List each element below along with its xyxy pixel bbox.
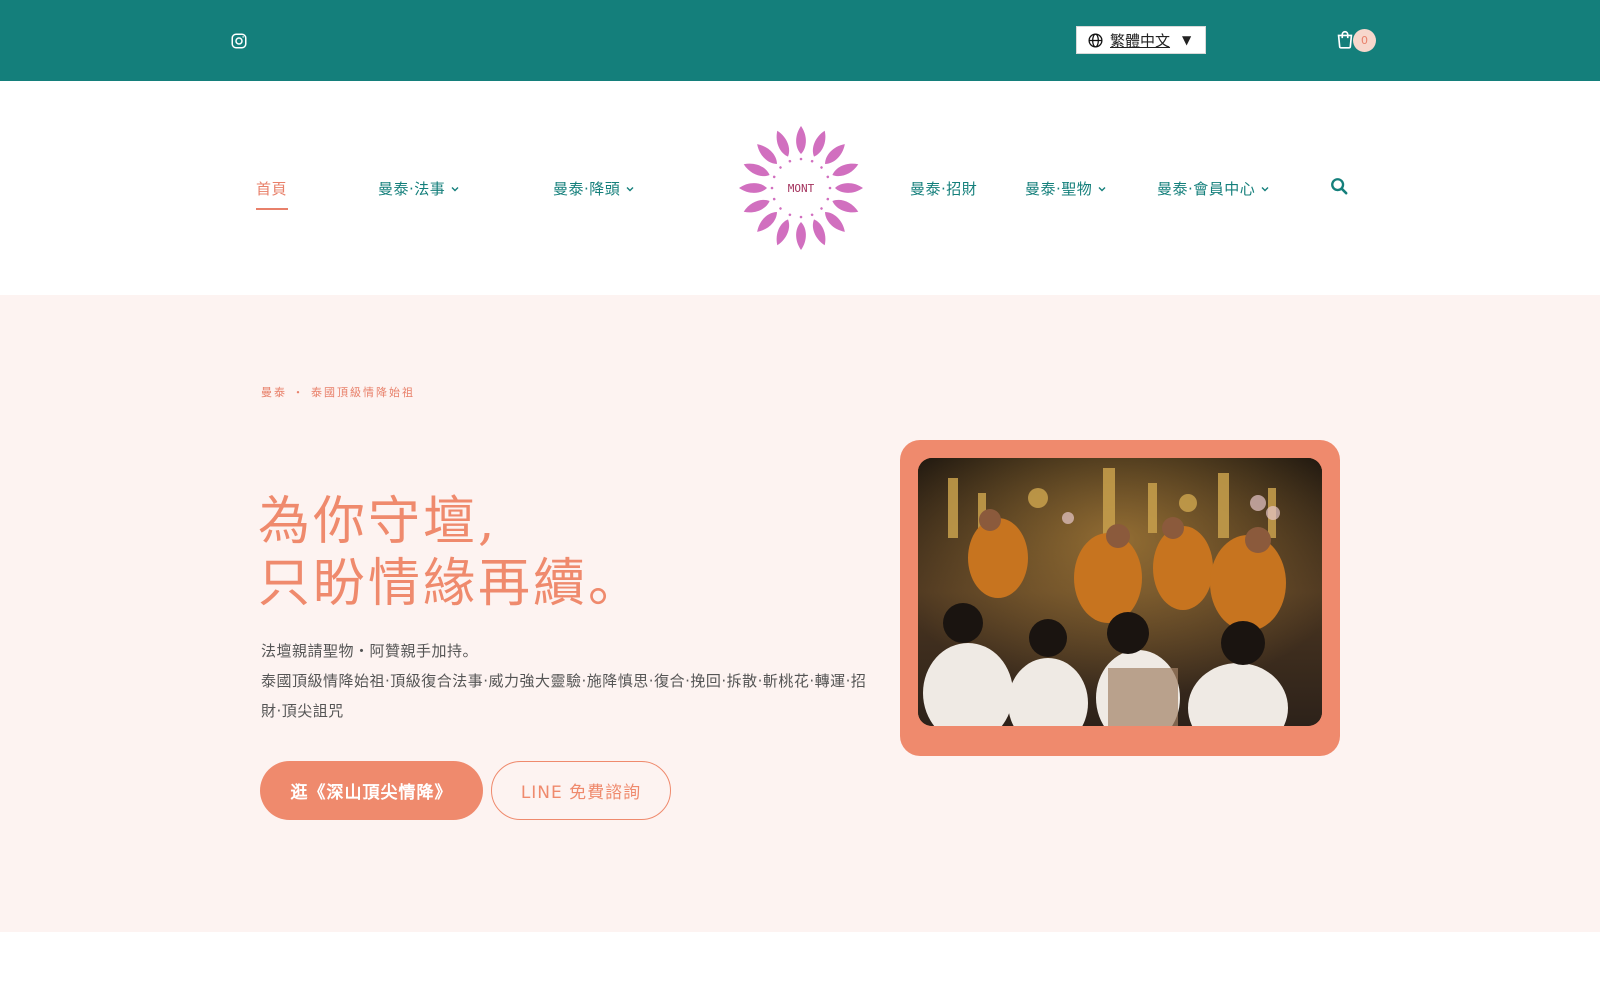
nav-home-label: 首頁 (256, 180, 288, 198)
nav-rituals-label: 曼泰‧法事 (378, 180, 446, 198)
main-header: 首頁 曼泰‧法事 曼泰‧降頭 MONT 曼泰‧招財 曼泰‧聖物 曼泰‧會員中心 (0, 81, 1600, 295)
hero-headline-line-1: 為你守壇, (258, 492, 498, 552)
language-select[interactable]: 繁體中文 ▼ (1076, 26, 1206, 54)
site-logo[interactable]: MONT (736, 123, 866, 253)
hero-eyebrow: 曼泰 ・ 泰國頂級情降始祖 (261, 386, 415, 399)
top-bar: 繁體中文 ▼ 0 (0, 0, 1600, 81)
line-consult-button[interactable]: LINE 免費諮詢 (491, 761, 671, 820)
nav-amulets-label: 曼泰‧聖物 (1025, 180, 1093, 198)
logo-petal (739, 183, 774, 193)
hero-section: 曼泰 ・ 泰國頂級情降始祖 為你守壇, 只盼情緣再續。 法壇親請聖物・阿贊親手加… (0, 295, 1600, 932)
nav-spells-label: 曼泰‧降頭 (553, 180, 621, 198)
language-label: 繁體中文 (1110, 31, 1171, 50)
hero-description-line-2: 泰國頂級情降始祖‧頂級復合法事‧威力強大靈驗‧施降慎思‧復合‧挽回‧拆散‧斬桃花… (261, 672, 867, 720)
nav-rituals[interactable]: 曼泰‧法事 (378, 178, 460, 199)
chevron-down-icon (1261, 186, 1269, 191)
hero-description: 法壇親請聖物・阿贊親手加持。 泰國頂級情降始祖‧頂級復合法事‧威力強大靈驗‧施降… (261, 636, 871, 726)
globe-icon (1087, 32, 1104, 49)
logo-petal (828, 183, 863, 193)
shop-love-spells-button[interactable]: 逛《深山頂尖情降》 (260, 761, 483, 820)
hero-image-frame (900, 440, 1340, 756)
nav-member-center-label: 曼泰‧會員中心 (1157, 180, 1256, 198)
search-icon[interactable] (1330, 177, 1348, 195)
ritual-photo (918, 458, 1322, 726)
hero-description-line-1: 法壇親請聖物・阿贊親手加持。 (261, 642, 479, 660)
dropdown-arrow-icon: ▼ (1182, 33, 1192, 47)
logo-petal (796, 126, 806, 161)
chevron-down-icon (626, 186, 634, 191)
chevron-down-icon (451, 186, 459, 191)
hero-headline-line-2: 只盼情緣再續。 (258, 554, 644, 614)
hero-headline: 為你守壇, 只盼情緣再續。 (258, 491, 643, 615)
page-bottom (0, 932, 1600, 1000)
nav-wealth[interactable]: 曼泰‧招財 (910, 178, 977, 199)
logo-wordmark: MONT (788, 182, 815, 195)
nav-home[interactable]: 首頁 (256, 178, 287, 199)
nav-wealth-label: 曼泰‧招財 (910, 180, 978, 198)
nav-amulets[interactable]: 曼泰‧聖物 (1025, 178, 1107, 199)
cart-count-badge: 0 (1353, 29, 1376, 52)
active-nav-indicator (256, 208, 288, 210)
instagram-icon[interactable] (230, 32, 248, 50)
nav-spells[interactable]: 曼泰‧降頭 (553, 178, 635, 199)
nav-member-center[interactable]: 曼泰‧會員中心 (1157, 178, 1270, 199)
logo-petal (796, 215, 806, 250)
chevron-down-icon (1098, 186, 1106, 191)
